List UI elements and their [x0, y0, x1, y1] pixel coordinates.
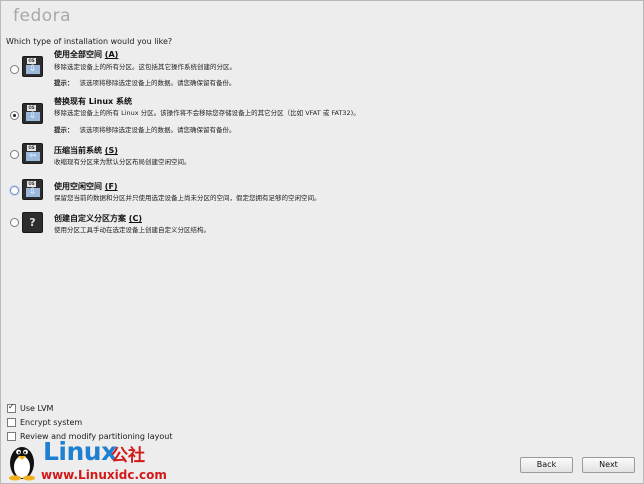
installer-window: fedora Which type of installation would …: [0, 0, 644, 484]
fedora-logo: fedora: [13, 6, 72, 26]
option-description: 保留您当前的数据和分区并只使用选定设备上尚未分区的空间，假定您拥有足够的空闲空间…: [54, 194, 321, 202]
option-use-all-space[interactable]: OS ⇩ 使用全部空间 (A) 移除选定设备上的所有分区。这包括其它操作系统创建…: [1, 49, 641, 87]
custom-layout-icon: ?: [22, 212, 43, 233]
tux-penguin-icon: [9, 447, 35, 481]
watermark-linux-text: Linux: [43, 437, 117, 466]
use-lvm-checkbox[interactable]: [7, 402, 16, 413]
remove-all-icon: OS ⇩: [22, 56, 43, 77]
radio-use-all-space[interactable]: [10, 65, 19, 74]
linuxidc-watermark: Linux 公社 www.Linuxidc.com: [7, 437, 197, 483]
watermark-url: www.Linuxidc.com: [41, 468, 167, 482]
option-title: 创建自定义分区方案 (C): [54, 214, 142, 223]
option-description: 移除选定设备上的所有 Linux 分区。该操作将不会移除您存储设备上的其它分区（…: [54, 109, 360, 117]
option-description: 收缩现有分区来为默认分区布局创建空闲空间。: [54, 158, 191, 166]
installation-type-question: Which type of installation would you lik…: [6, 37, 173, 46]
radio-shrink-current[interactable]: [10, 150, 19, 159]
option-tip: 提示： 该选项将移除选定设备上的数据。请您确保留有备份。: [54, 126, 236, 134]
back-button-label: Back: [536, 460, 557, 469]
option-title: 使用空闲空间 (F): [54, 182, 118, 191]
watermark-cn-text: 公社: [111, 446, 145, 466]
option-description: 移除选定设备上的所有分区。这包括其它操作系统创建的分区。: [54, 63, 236, 71]
option-title: 替换现有 Linux 系统: [54, 97, 132, 106]
encrypt-system-checkbox[interactable]: [7, 418, 16, 427]
encrypt-system-label[interactable]: Encrypt system: [20, 418, 82, 427]
replace-linux-icon: OS ⇩: [22, 103, 43, 124]
option-title: 压缩当前系统 (S): [54, 146, 118, 155]
option-description: 使用分区工具手动在选定设备上创建自定义分区结构。: [54, 226, 210, 234]
next-button-label: Next: [599, 460, 618, 469]
radio-use-free-space[interactable]: [10, 186, 19, 195]
use-lvm-label[interactable]: Use LVM: [20, 404, 53, 413]
free-space-icon: OS ⇩: [22, 179, 43, 200]
option-shrink-current[interactable]: OS ⇦ 压缩当前系统 (S) 收缩现有分区来为默认分区布局创建空闲空间。: [1, 143, 641, 178]
option-tip: 提示： 该选项将移除选定设备上的数据。请您确保留有备份。: [54, 79, 236, 87]
option-use-free-space[interactable]: OS ⇩ 使用空闲空间 (F) 保留您当前的数据和分区并只使用选定设备上尚未分区…: [1, 179, 641, 214]
option-replace-linux[interactable]: OS ⇩ 替换现有 Linux 系统 移除选定设备上的所有 Linux 分区。该…: [1, 96, 641, 134]
shrink-icon: OS ⇦: [22, 143, 43, 164]
next-button[interactable]: Next: [582, 457, 635, 473]
radio-replace-linux[interactable]: [10, 111, 19, 120]
radio-custom-layout[interactable]: [10, 218, 19, 227]
option-title: 使用全部空间 (A): [54, 50, 119, 59]
option-custom-layout[interactable]: ? 创建自定义分区方案 (C) 使用分区工具手动在选定设备上创建自定义分区结构。: [1, 212, 641, 246]
back-button[interactable]: Back: [520, 457, 573, 473]
